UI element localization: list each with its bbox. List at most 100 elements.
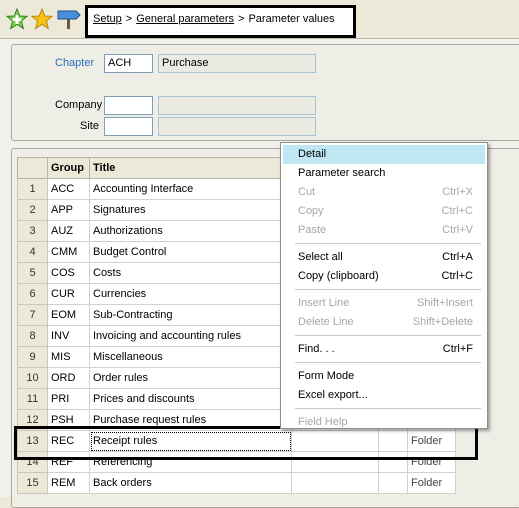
title-cell[interactable]: Costs	[89, 262, 292, 284]
menu-item-label: Cut	[298, 186, 316, 198]
row-number-header	[17, 157, 48, 179]
row-number: 15	[17, 472, 48, 494]
menu-item-label: Excel export...	[298, 389, 368, 401]
breadcrumb-current: Parameter values	[248, 13, 335, 25]
menu-item-copy[interactable]: Copy Ctrl+C	[283, 202, 485, 221]
group-cell[interactable]: ORD	[47, 367, 90, 389]
menu-item-paste[interactable]: Paste Ctrl+V	[283, 221, 485, 240]
title-cell[interactable]: Back orders	[89, 472, 292, 494]
group-cell[interactable]: MIS	[47, 346, 90, 368]
menu-item-label: Find. . .	[298, 343, 335, 355]
menu-item-label: Copy (clipboard)	[298, 270, 379, 282]
title-cell[interactable]: Sub-Contracting	[89, 304, 292, 326]
row-number: 8	[17, 325, 48, 347]
folder-cell[interactable]: Folder	[407, 472, 456, 494]
group-cell[interactable]: REM	[47, 472, 90, 494]
menu-item-shortcut: Ctrl+C	[441, 205, 473, 217]
site-field[interactable]	[104, 117, 153, 136]
blank-cell[interactable]	[291, 472, 379, 494]
menu-separator	[295, 362, 481, 363]
title-cell[interactable]: Accounting Interface	[89, 178, 292, 200]
column-header-group[interactable]: Group	[47, 157, 90, 179]
menu-separator	[295, 335, 481, 336]
context-menu: Detail Parameter search Cut Ctrl+X Copy Ct…	[280, 142, 488, 429]
title-cell[interactable]: Order rules	[89, 367, 292, 389]
chapter-label[interactable]: Chapter	[55, 57, 94, 69]
group-cell[interactable]: EOM	[47, 304, 90, 326]
menu-item-field-help[interactable]: Field Help	[283, 413, 485, 432]
group-cell[interactable]: CMM	[47, 241, 90, 263]
title-cell[interactable]: Prices and discounts	[89, 388, 292, 410]
title-cell[interactable]: Invoicing and accounting rules	[89, 325, 292, 347]
menu-item-label: Select all	[298, 251, 343, 263]
title-cell[interactable]: Authorizations	[89, 220, 292, 242]
blank-cell[interactable]	[378, 472, 408, 494]
title-cell[interactable]: Currencies	[89, 283, 292, 305]
menu-item-parameter-search[interactable]: Parameter search	[283, 164, 485, 183]
menu-item-select-all[interactable]: Select all Ctrl+A	[283, 248, 485, 267]
title-cell[interactable]: Miscellaneous	[89, 346, 292, 368]
company-name-field	[158, 96, 316, 115]
menu-item-shortcut: Ctrl+F	[442, 343, 473, 355]
breadcrumb: Setup > General parameters > Parameter value…	[85, 5, 356, 38]
menu-item-shortcut: Ctrl+C	[441, 270, 473, 282]
company-field[interactable]	[104, 96, 153, 115]
menu-item-label: Parameter search	[298, 167, 386, 179]
breadcrumb-separator: >	[125, 13, 133, 25]
breadcrumb-general-parameters-link[interactable]: General parameters	[136, 13, 234, 25]
menu-item-copy-clipboard[interactable]: Copy (clipboard) Ctrl+C	[283, 267, 485, 286]
menu-item-label: Insert Line	[298, 297, 350, 309]
group-cell[interactable]: ACC	[47, 178, 90, 200]
row-number: 7	[17, 304, 48, 326]
sign-icon[interactable]	[56, 8, 82, 30]
favorite-star-icon[interactable]	[30, 7, 54, 30]
menu-item-cut[interactable]: Cut Ctrl+X	[283, 183, 485, 202]
group-cell[interactable]: PRI	[47, 388, 90, 410]
row-number: 6	[17, 283, 48, 305]
menu-item-label: Copy	[298, 205, 324, 217]
menu-item-shortcut: Ctrl+V	[442, 224, 473, 236]
menu-item-shortcut: Shift+Insert	[417, 297, 473, 309]
row-number: 10	[17, 367, 48, 389]
title-cell[interactable]: Budget Control	[89, 241, 292, 263]
group-cell[interactable]: INV	[47, 325, 90, 347]
group-cell[interactable]: AUZ	[47, 220, 90, 242]
company-label: Company	[55, 99, 103, 111]
menu-separator	[295, 408, 481, 409]
row-number: 5	[17, 262, 48, 284]
menu-item-label: Delete Line	[298, 316, 354, 328]
site-label: Site	[80, 120, 99, 132]
menu-item-form-mode[interactable]: Form Mode	[283, 367, 485, 386]
menu-item-shortcut: Ctrl+A	[442, 251, 473, 263]
menu-item-shortcut: Ctrl+X	[442, 186, 473, 198]
breadcrumb-setup-link[interactable]: Setup	[93, 13, 122, 25]
menu-item-find[interactable]: Find. . . Ctrl+F	[283, 340, 485, 359]
toolbar: Setup > General parameters > Parameter value…	[0, 0, 519, 38]
menu-item-delete-line[interactable]: Delete Line Shift+Delete	[283, 313, 485, 332]
menu-separator	[295, 289, 481, 290]
title-cell[interactable]: Signatures	[89, 199, 292, 221]
menu-item-insert-line[interactable]: Insert Line Shift+Insert	[283, 294, 485, 313]
row-number: 11	[17, 388, 48, 410]
group-cell[interactable]: COS	[47, 262, 90, 284]
add-favorite-icon[interactable]	[5, 7, 29, 30]
row-number: 9	[17, 346, 48, 368]
row-number: 3	[17, 220, 48, 242]
row-number: 1	[17, 178, 48, 200]
menu-item-label: Field Help	[298, 416, 348, 428]
table-row[interactable]: 15 REM Back orders Folder	[17, 472, 456, 494]
menu-item-label: Paste	[298, 224, 327, 236]
breadcrumb-separator: >	[238, 13, 245, 25]
site-name-field	[158, 117, 316, 136]
menu-item-label: Form Mode	[298, 370, 355, 382]
group-cell[interactable]: CUR	[47, 283, 90, 305]
menu-separator	[295, 243, 481, 244]
menu-item-detail[interactable]: Detail	[283, 145, 485, 164]
chapter-code-field[interactable]: ACH	[104, 54, 153, 73]
group-cell[interactable]: APP	[47, 199, 90, 221]
menu-item-label: Detail	[298, 148, 327, 160]
chapter-name-field: Purchase	[158, 54, 316, 73]
column-header-title[interactable]: Title	[89, 157, 292, 179]
menu-item-excel-export[interactable]: Excel export...	[283, 386, 485, 405]
menu-item-shortcut: Shift+Delete	[412, 316, 473, 328]
